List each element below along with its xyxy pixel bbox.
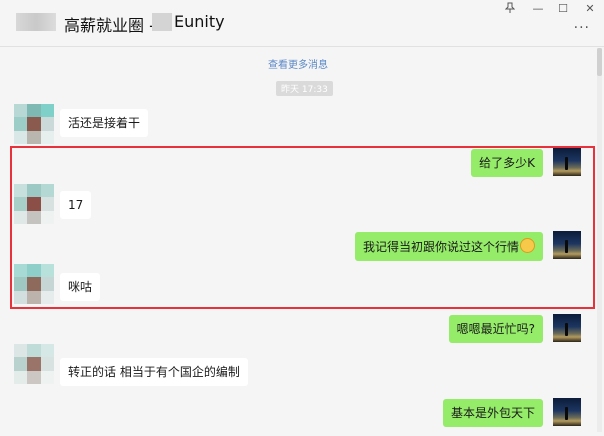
maximize-button[interactable]: ☐ (553, 2, 573, 15)
highlight-frame (10, 146, 595, 309)
message-bubble[interactable]: 活还是接着干 (60, 109, 149, 137)
chat-title: 高薪就业圈 - (64, 16, 160, 35)
title-bar: 高薪就业圈 - Eunity — ☐ ✕ ··· (0, 0, 604, 47)
scrollbar-thumb[interactable] (597, 48, 602, 76)
pin-icon[interactable] (500, 2, 520, 16)
avatar[interactable] (553, 314, 581, 342)
message-bubble[interactable]: 转正的话 相当于有个国企的编制 (60, 358, 248, 386)
message-bubble[interactable]: 基本是外包天下 (442, 399, 543, 427)
load-more-link[interactable]: 查看更多消息 (0, 56, 596, 71)
message-bubble[interactable]: 嗯嗯最近忙吗? (448, 315, 543, 343)
more-options-button[interactable]: ··· (574, 20, 590, 36)
scrollbar-track[interactable] (597, 48, 602, 432)
avatar[interactable] (14, 344, 54, 384)
avatar[interactable] (553, 398, 581, 426)
title-redacted-prefix (16, 13, 56, 31)
avatar[interactable] (14, 104, 54, 144)
title-redacted-name (152, 13, 172, 31)
chat-title-suffix: Eunity (174, 12, 225, 31)
timestamp-badge: 昨天 17:33 (276, 81, 333, 96)
minimize-button[interactable]: — (528, 2, 548, 15)
close-button[interactable]: ✕ (580, 2, 600, 15)
